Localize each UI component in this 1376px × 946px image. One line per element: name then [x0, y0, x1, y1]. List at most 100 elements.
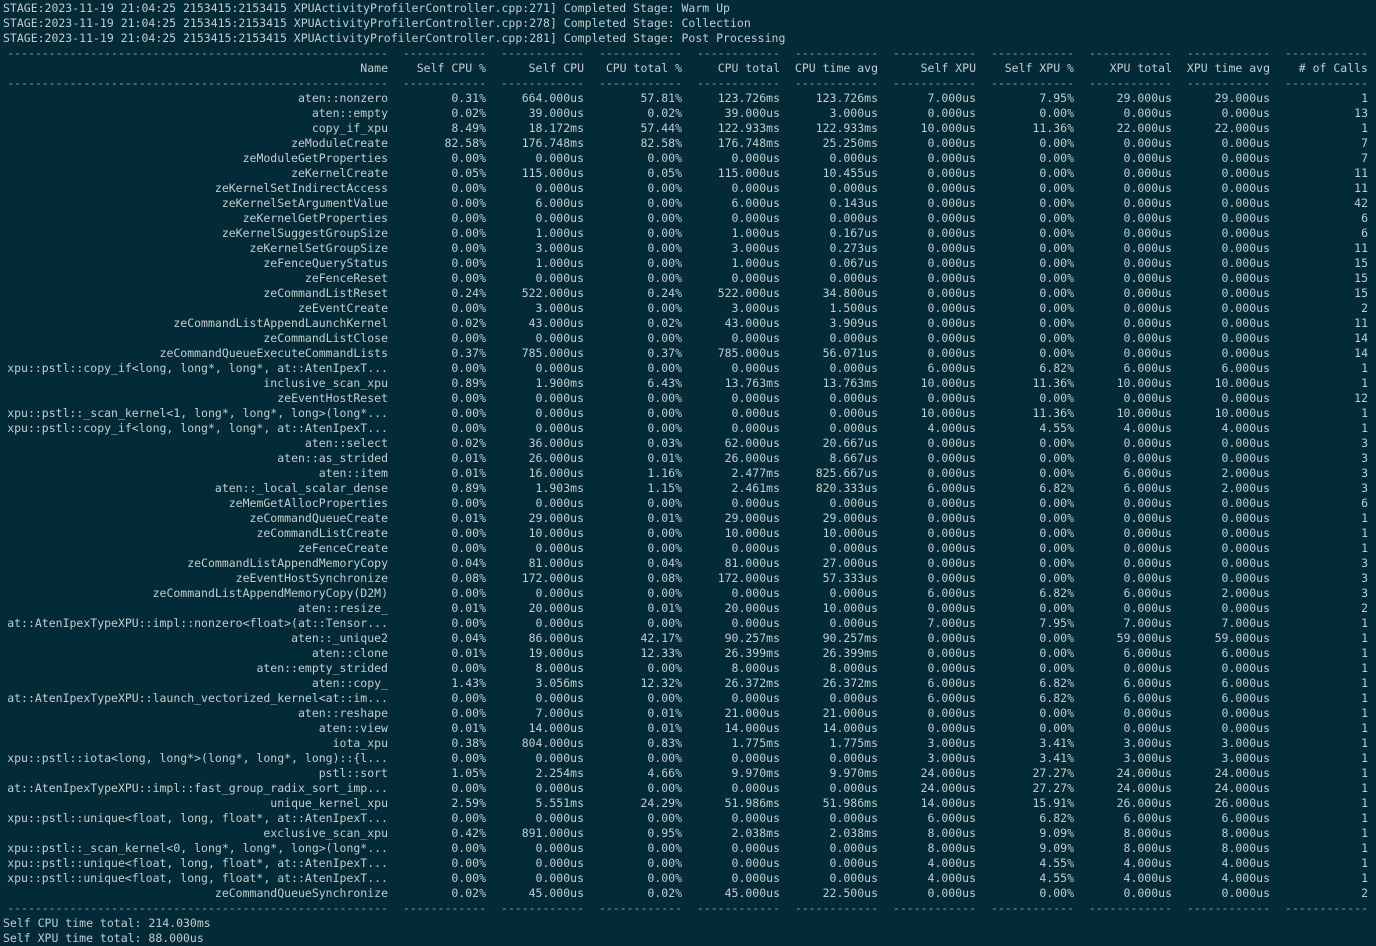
cell-xpu-total: 0.000us [1123, 571, 1172, 585]
cell-xpu-total: 0.000us [1123, 316, 1172, 330]
cell-cpu-total: 0.000us [731, 841, 780, 855]
cell-cpu-total-pct: 0.04% [647, 556, 682, 570]
cell-num-calls: 1 [1361, 781, 1368, 795]
table-row: aten::_unique2 0.04% 86.000us 42.17% 90.257m… [3, 631, 1376, 646]
cell-num-calls: 1 [1361, 526, 1368, 540]
cell-self-cpu: 0.000us [535, 871, 584, 885]
cell-cpu-total: 0.000us [731, 151, 780, 165]
log-line: STAGE:2023-11-19 21:04:25 2153415:215341… [3, 1, 730, 15]
cell-cpu-total-pct: 12.32% [640, 676, 682, 690]
cell-cpu-total: 0.000us [731, 406, 780, 420]
cell-self-cpu-pct: 0.00% [451, 361, 486, 375]
cell-num-calls: 1 [1361, 661, 1368, 675]
table-row: zeCommandListCreate 0.00% 10.000us 0.00% 10.… [3, 526, 1376, 541]
cell-cpu-total-pct: 57.81% [640, 91, 682, 105]
cell-self-xpu: 0.000us [927, 541, 976, 555]
cell-num-calls: 1 [1361, 691, 1368, 705]
cell-self-cpu: 14.000us [528, 721, 584, 735]
cell-num-calls: 1 [1361, 751, 1368, 765]
cell-cpu-total: 90.257ms [724, 631, 780, 645]
separator-dashes: ------------ [794, 901, 878, 915]
cell-xpu-time-avg: 10.000us [1214, 406, 1270, 420]
cell-self-xpu: 7.000us [927, 91, 976, 105]
cell-name: aten::item [318, 466, 388, 480]
cell-self-xpu-pct: 0.00% [1039, 511, 1074, 525]
separator-dashes: ------------ [1186, 46, 1270, 60]
table-row: xpu::pstl::unique<float, long, float*, a… [3, 856, 1376, 871]
cell-self-cpu-pct: 0.08% [451, 571, 486, 585]
cell-self-xpu-pct: 15.91% [1032, 796, 1074, 810]
cell-xpu-time-avg: 8.000us [1221, 826, 1270, 840]
cell-name: xpu::pstl::copy_if<long, long*, long*, a… [7, 361, 388, 375]
cell-xpu-time-avg: 7.000us [1221, 616, 1270, 630]
cell-cpu-total: 51.986ms [724, 796, 780, 810]
cell-cpu-time-avg: 0.000us [829, 151, 878, 165]
table-row: aten::nonzero 0.31% 664.000us 57.81% 123.726… [3, 91, 1376, 106]
cell-self-cpu: 26.000us [528, 451, 584, 465]
cell-self-cpu-pct: 0.01% [451, 646, 486, 660]
cell-cpu-time-avg: 9.970ms [829, 766, 878, 780]
cell-xpu-time-avg: 0.000us [1221, 391, 1270, 405]
cell-cpu-time-avg: 820.333us [815, 481, 878, 495]
header-self-xpu: Self XPU [920, 61, 976, 75]
cell-cpu-time-avg: 10.000us [822, 526, 878, 540]
separator-dashes: ------------ [598, 901, 682, 915]
cell-name: xpu::pstl::copy_if<long, long*, long*, a… [7, 421, 388, 435]
cell-cpu-time-avg: 0.000us [829, 406, 878, 420]
cell-self-cpu: 18.172ms [528, 121, 584, 135]
cell-name: iota_xpu [332, 736, 388, 750]
cell-self-cpu: 2.254ms [535, 766, 584, 780]
cell-self-xpu: 10.000us [920, 406, 976, 420]
cell-self-cpu: 29.000us [528, 511, 584, 525]
cell-cpu-total-pct: 0.00% [647, 781, 682, 795]
header-num-calls: # of Calls [1298, 61, 1368, 75]
terminal-window[interactable]: STAGE:2023-11-19 21:04:25 2153415:215341… [0, 0, 1376, 946]
cell-self-cpu-pct: 0.37% [451, 346, 486, 360]
cell-xpu-time-avg: 0.000us [1221, 511, 1270, 525]
table-row: zeEventCreate 0.00% 3.000us 0.00% 3.000us 1.5… [3, 301, 1376, 316]
cell-self-xpu-pct: 4.55% [1039, 871, 1074, 885]
cell-name: unique_kernel_xpu [270, 796, 388, 810]
table-row: aten::copy_ 1.43% 3.056ms 12.32% 26.372ms 26.… [3, 676, 1376, 691]
cell-cpu-time-avg: 0.000us [829, 541, 878, 555]
cell-self-xpu-pct: 0.00% [1039, 346, 1074, 360]
separator-dashes: ------------ [1186, 901, 1270, 915]
cell-xpu-total: 4.000us [1123, 871, 1172, 885]
cell-self-xpu: 0.000us [927, 316, 976, 330]
cell-self-cpu-pct: 0.01% [451, 721, 486, 735]
cell-self-xpu: 0.000us [927, 886, 976, 900]
cell-self-cpu-pct: 0.02% [451, 886, 486, 900]
cell-num-calls: 11 [1354, 166, 1368, 180]
cell-cpu-time-avg: 0.167us [829, 226, 878, 240]
cell-self-xpu-pct: 4.55% [1039, 856, 1074, 870]
table-row: at::AtenIpexTypeXPU::impl::fast_group_ra… [3, 781, 1376, 796]
cell-self-cpu-pct: 0.01% [451, 511, 486, 525]
cell-xpu-total: 4.000us [1123, 421, 1172, 435]
header-self-cpu: Self CPU [528, 61, 584, 75]
table-row: zeMemGetAllocProperties 0.00% 0.000us 0.00%… [3, 496, 1376, 511]
cell-num-calls: 15 [1354, 271, 1368, 285]
cell-self-xpu-pct: 0.00% [1039, 526, 1074, 540]
cell-cpu-time-avg: 56.071us [822, 346, 878, 360]
cell-self-cpu-pct: 0.00% [451, 781, 486, 795]
cell-name: aten::nonzero [297, 91, 388, 105]
cell-name: zeCommandQueueExecuteCommandLists [159, 346, 388, 360]
cell-cpu-time-avg: 0.000us [829, 361, 878, 375]
cell-xpu-time-avg: 0.000us [1221, 271, 1270, 285]
cell-cpu-total: 0.000us [731, 496, 780, 510]
cell-self-cpu-pct: 0.00% [451, 301, 486, 315]
cell-cpu-total-pct: 24.29% [640, 796, 682, 810]
cell-cpu-total-pct: 0.00% [647, 541, 682, 555]
cell-cpu-total-pct: 0.08% [647, 571, 682, 585]
cell-self-cpu-pct: 0.01% [451, 451, 486, 465]
cell-self-xpu-pct: 0.00% [1039, 331, 1074, 345]
cell-cpu-total: 2.038ms [731, 826, 780, 840]
cell-self-xpu: 6.000us [927, 676, 976, 690]
cell-xpu-time-avg: 24.000us [1214, 781, 1270, 795]
cell-xpu-time-avg: 0.000us [1221, 331, 1270, 345]
cell-cpu-total-pct: 0.00% [647, 391, 682, 405]
cell-name: at::AtenIpexTypeXPU::impl::fast_group_ra… [7, 781, 388, 795]
cell-self-cpu-pct: 0.31% [451, 91, 486, 105]
cell-name: at::AtenIpexTypeXPU::impl::nonzero<float… [7, 616, 388, 630]
cell-xpu-total: 0.000us [1123, 301, 1172, 315]
